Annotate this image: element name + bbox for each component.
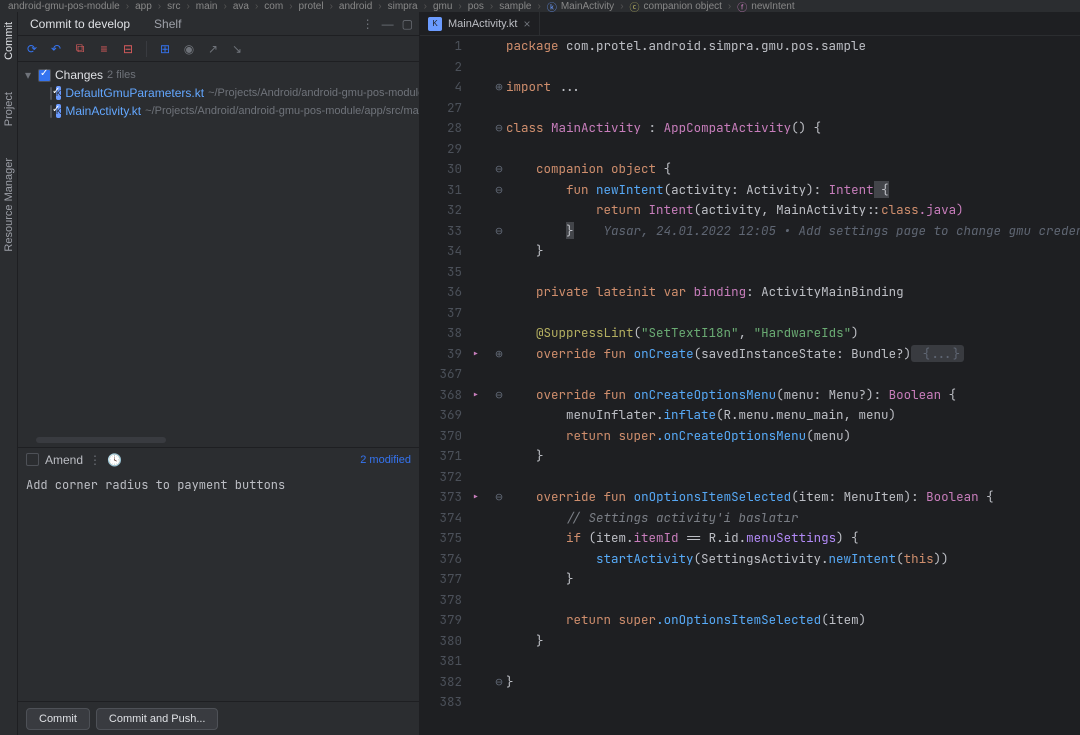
- commit-message-input[interactable]: [18, 471, 419, 701]
- kotlin-file-icon: K: [428, 17, 442, 31]
- refresh-icon[interactable]: ⟳: [24, 41, 40, 57]
- view-icon[interactable]: ◉: [181, 41, 197, 57]
- changes-count: 2 files: [107, 69, 136, 81]
- changed-file-path: ~/Projects/Android/android-gmu-pos-modul…: [145, 105, 419, 117]
- rail-commit[interactable]: Commit: [3, 16, 15, 66]
- collapse-icon[interactable]: ↘: [229, 41, 245, 57]
- commit-panel: Commit to develop Shelf ⋮ — ▢ ⟳ ↶ ⧉ ≡ ⊟ …: [18, 12, 420, 735]
- amend-label: Amend: [45, 453, 83, 467]
- commit-and-push-button[interactable]: Commit and Push...: [96, 708, 219, 730]
- shelve-icon[interactable]: ⊟: [120, 41, 136, 57]
- expand-icon[interactable]: ↗: [205, 41, 221, 57]
- changed-file-name[interactable]: DefaultGmuParameters.kt: [65, 86, 204, 100]
- tab-commit[interactable]: Commit to develop: [24, 13, 136, 35]
- changes-node-label: Changes: [55, 68, 103, 82]
- breadcrumb: android-gmu-pos-module› app› src› main› …: [0, 0, 1080, 12]
- horizontal-scrollbar[interactable]: [36, 437, 166, 443]
- changelist-icon[interactable]: ≡: [96, 41, 112, 57]
- commit-button[interactable]: Commit: [26, 708, 90, 730]
- expand-arrow-icon[interactable]: ▾: [22, 68, 34, 82]
- modified-count-link[interactable]: 2 modified: [360, 454, 411, 466]
- rail-resource-manager[interactable]: Resource Manager: [3, 152, 15, 258]
- checkbox-amend[interactable]: [26, 453, 39, 466]
- editor-area: K MainActivity.kt × 12427282930313233343…: [420, 12, 1080, 735]
- gutter-icons: ▸▸▸: [472, 36, 492, 735]
- checkbox-file[interactable]: [50, 87, 52, 100]
- changed-file-name[interactable]: MainActivity.kt: [65, 104, 141, 118]
- line-number-gutter[interactable]: 1242728293031323334353637383936736836937…: [420, 36, 472, 735]
- changes-tree[interactable]: ▾ Changes 2 files K DefaultGmuParameters…: [18, 62, 419, 433]
- rail-project[interactable]: Project: [3, 86, 15, 132]
- checkbox-file[interactable]: [50, 105, 52, 118]
- group-icon[interactable]: ⊞: [157, 41, 173, 57]
- panel-more-icon[interactable]: ⋮: [362, 17, 374, 31]
- fold-column[interactable]: ⊕⊖⊖⊖⊖⊕⊖⊖⊖: [492, 36, 506, 735]
- editor-tab[interactable]: K MainActivity.kt ×: [420, 12, 540, 35]
- changes-toolbar: ⟳ ↶ ⧉ ≡ ⊟ ⊞ ◉ ↗ ↘: [18, 36, 419, 62]
- commit-options-icon[interactable]: ⋮: [89, 453, 101, 467]
- rollback-icon[interactable]: ↶: [48, 41, 64, 57]
- editor-tab-label: MainActivity.kt: [448, 18, 517, 30]
- diff-icon[interactable]: ⧉: [72, 41, 88, 57]
- panel-minimize-icon[interactable]: —: [382, 17, 394, 31]
- code-editor[interactable]: package com.protel.android.simpra.gmu.po…: [506, 36, 1080, 735]
- tab-shelf[interactable]: Shelf: [148, 13, 187, 35]
- history-icon[interactable]: 🕓: [107, 453, 122, 467]
- tool-window-rail: Commit Project Resource Manager: [0, 12, 18, 735]
- changed-file-path: ~/Projects/Android/android-gmu-pos-modul…: [208, 87, 419, 99]
- checkbox-changes[interactable]: [38, 69, 51, 82]
- close-tab-icon[interactable]: ×: [523, 17, 530, 31]
- panel-hide-icon[interactable]: ▢: [402, 17, 413, 31]
